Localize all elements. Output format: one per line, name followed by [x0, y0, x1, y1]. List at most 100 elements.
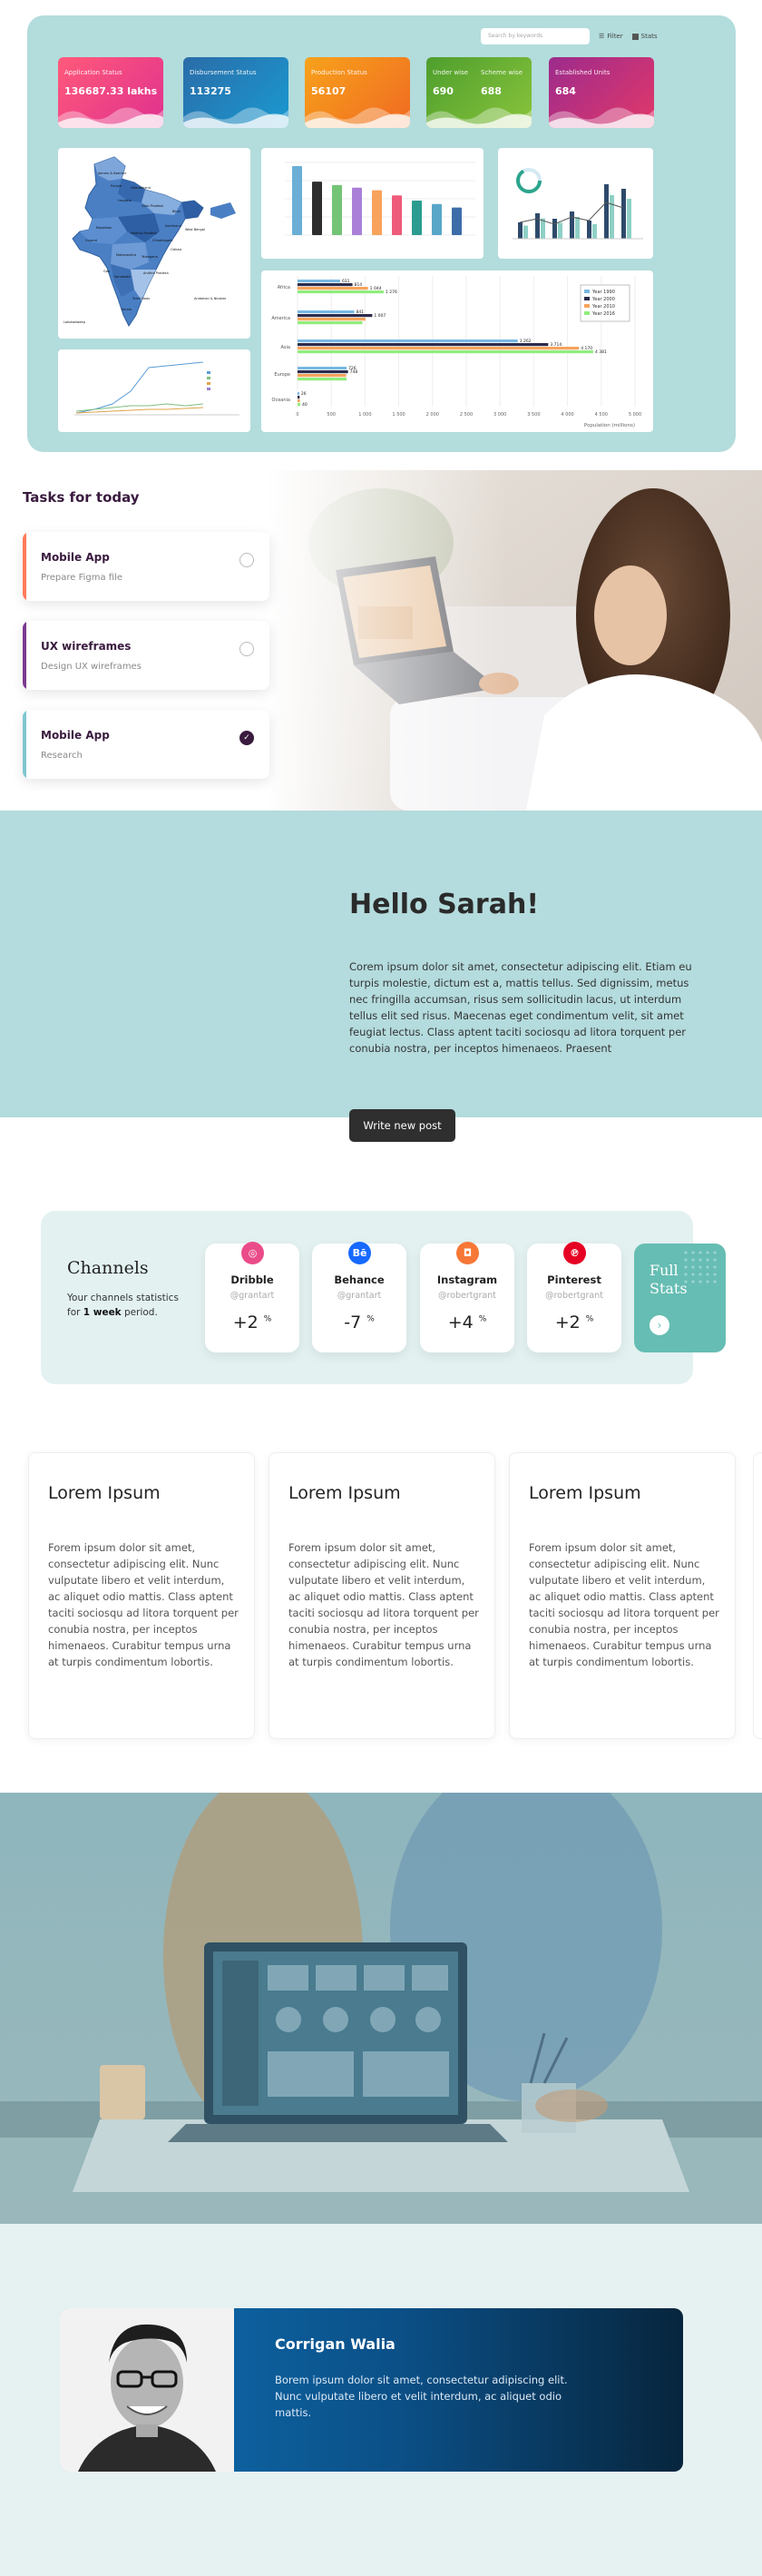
bar — [298, 347, 580, 350]
channel-card-instagram[interactable]: ◘ Instagram @robertgrant +4 % — [420, 1242, 514, 1352]
bar — [298, 367, 347, 370]
x-axis-label: Population (millions) — [584, 423, 635, 428]
task-checkbox[interactable] — [239, 553, 254, 567]
task-title: Mobile App — [41, 551, 110, 564]
bar — [298, 403, 300, 407]
instagram-icon: ◘ — [456, 1242, 479, 1264]
channels-panel: Channels Your channels statistics for 1 … — [41, 1211, 726, 1384]
map-state-label: Kerala — [122, 308, 132, 311]
legend-label: Year 1990 — [591, 290, 615, 295]
bar — [298, 339, 518, 343]
map-state-label: Maharashtra — [116, 253, 137, 257]
dashboard-section: Search by keywords ☰ Filter Stats Applic… — [0, 0, 762, 470]
map-state-label: Tamil Nadu — [132, 297, 151, 300]
task-subtitle: Research — [41, 751, 83, 761]
x-tick-label: 4 500 — [595, 412, 608, 418]
behance-icon: Bē — [348, 1242, 371, 1264]
bar — [604, 184, 609, 239]
map-state-label: Jammu & Kashmir — [98, 172, 127, 175]
bar — [312, 182, 322, 235]
legend-swatch — [584, 311, 590, 315]
bar — [610, 195, 614, 239]
lorem-card-title: Lorem Ipsum — [288, 1483, 401, 1503]
wave-decoration — [183, 107, 288, 128]
stat-card-disbursement[interactable]: Disbursement Status 113275 — [183, 57, 288, 128]
y-category-label: America — [271, 316, 290, 321]
bar — [627, 199, 631, 239]
bar — [523, 225, 528, 239]
y-category-label: Oceania — [272, 398, 290, 403]
data-label: 1 276 — [386, 290, 397, 295]
map-state-label: Madhya Pradesh — [131, 231, 157, 235]
x-tick-label: 1 500 — [392, 412, 405, 418]
bar — [352, 187, 362, 235]
task-card[interactable]: Mobile App Prepare Figma file — [23, 532, 269, 601]
channel-handle: @robertgrant — [437, 1291, 497, 1301]
wave-decoration — [305, 107, 410, 128]
bar — [332, 184, 342, 235]
data-label: 631 — [342, 279, 350, 284]
legend-label: Year 2010 — [591, 304, 615, 310]
stat-card-production[interactable]: Production Status 56107 — [305, 57, 410, 128]
filter-button[interactable]: ☰ Filter — [599, 33, 623, 40]
combo-chart-panel — [498, 148, 653, 259]
change-unit: % — [263, 1314, 272, 1324]
population-chart-panel: 0 500 1 000 1 500 2 000 2 500 3 000 3 500 4 000 4… — [261, 270, 653, 432]
bar — [570, 211, 574, 239]
stat-card-application[interactable]: Application Status 136687.33 lakhs — [58, 57, 163, 128]
filter-label: Filter — [607, 33, 623, 40]
bar — [298, 392, 299, 396]
x-tick-label: 4 000 — [561, 412, 573, 418]
change-unit: % — [585, 1314, 594, 1324]
x-tick-label: 2 500 — [460, 412, 473, 418]
bar — [558, 222, 562, 239]
arrow-right-icon[interactable]: › — [650, 1315, 669, 1335]
lorem-card-body: Forem ipsum dolor sit amet, consectetur … — [288, 1541, 479, 1668]
task-checkbox[interactable] — [239, 642, 254, 656]
stats-button[interactable]: Stats — [631, 33, 658, 40]
bar — [372, 190, 382, 235]
bar — [412, 201, 422, 235]
task-checkbox-checked[interactable]: ✓ — [239, 731, 254, 745]
stat-card-established[interactable]: Established Units 684 — [549, 57, 654, 128]
write-new-post-button[interactable]: Write new post — [349, 1109, 455, 1142]
data-label: 3 714 — [550, 342, 562, 348]
india-map-panel: Jammu & Kashmir Punjab Uttarakhand Haryana R… — [58, 148, 250, 339]
stat-value: 136687.33 lakhs — [64, 85, 158, 97]
channel-name: Instagram — [436, 1273, 498, 1286]
x-tick-label: 500 — [327, 412, 336, 418]
y-category-label: Europe — [274, 372, 290, 378]
stats-label: Stats — [640, 33, 658, 40]
channel-card-dribbble[interactable]: ◎ Dribble @grantart +2 % — [205, 1242, 299, 1352]
bar — [298, 374, 347, 378]
data-label: 4 381 — [595, 349, 607, 355]
channel-card-behance[interactable]: Bē Behance @grantart -7 % — [312, 1242, 406, 1352]
dashboard-panel: Search by keywords ☰ Filter Stats Applic… — [27, 15, 736, 452]
task-card[interactable]: UX wireframes Design UX wireframes — [23, 621, 269, 690]
line-chart-panel — [58, 349, 250, 432]
search-input[interactable]: Search by keywords — [481, 28, 590, 44]
legend-swatch — [584, 304, 590, 308]
lorem-card-title: Lorem Ipsum — [48, 1483, 161, 1503]
task-card[interactable]: Mobile App Research ✓ — [23, 710, 269, 779]
task-subtitle: Design UX wireframes — [41, 662, 142, 672]
population-bar-chart: 0 500 1 000 1 500 2 000 2 500 3 000 3 500 4 000 4… — [271, 276, 641, 428]
bar — [292, 166, 302, 235]
data-label: 1 044 — [370, 286, 382, 291]
map-state-label: Bihar — [172, 210, 181, 213]
stat-card-scheme[interactable]: Under wise Scheme wise 690 688 — [426, 57, 532, 128]
lorem-card-body: Forem ipsum dolor sit amet, consectetur … — [48, 1541, 239, 1668]
full-stats-card[interactable]: Full Stats › — [634, 1244, 726, 1352]
combo-chart — [513, 168, 643, 240]
wave-decoration — [58, 107, 163, 128]
x-tick-label: 1 000 — [358, 412, 371, 418]
data-label: 1 007 — [374, 313, 386, 319]
stat-label-secondary: Scheme wise — [481, 69, 523, 76]
x-tick-label: 3 000 — [493, 412, 506, 418]
tasks-section: Tasks for today Mobile App Prepare Figma… — [0, 470, 762, 811]
wave-decoration — [426, 107, 532, 128]
channel-name: Behance — [334, 1273, 385, 1286]
task-title: UX wireframes — [41, 640, 132, 653]
channel-card-pinterest[interactable]: ℗ Pinterest @robertgrant +2 % — [527, 1242, 621, 1352]
x-tick-label: 5 000 — [629, 412, 641, 418]
